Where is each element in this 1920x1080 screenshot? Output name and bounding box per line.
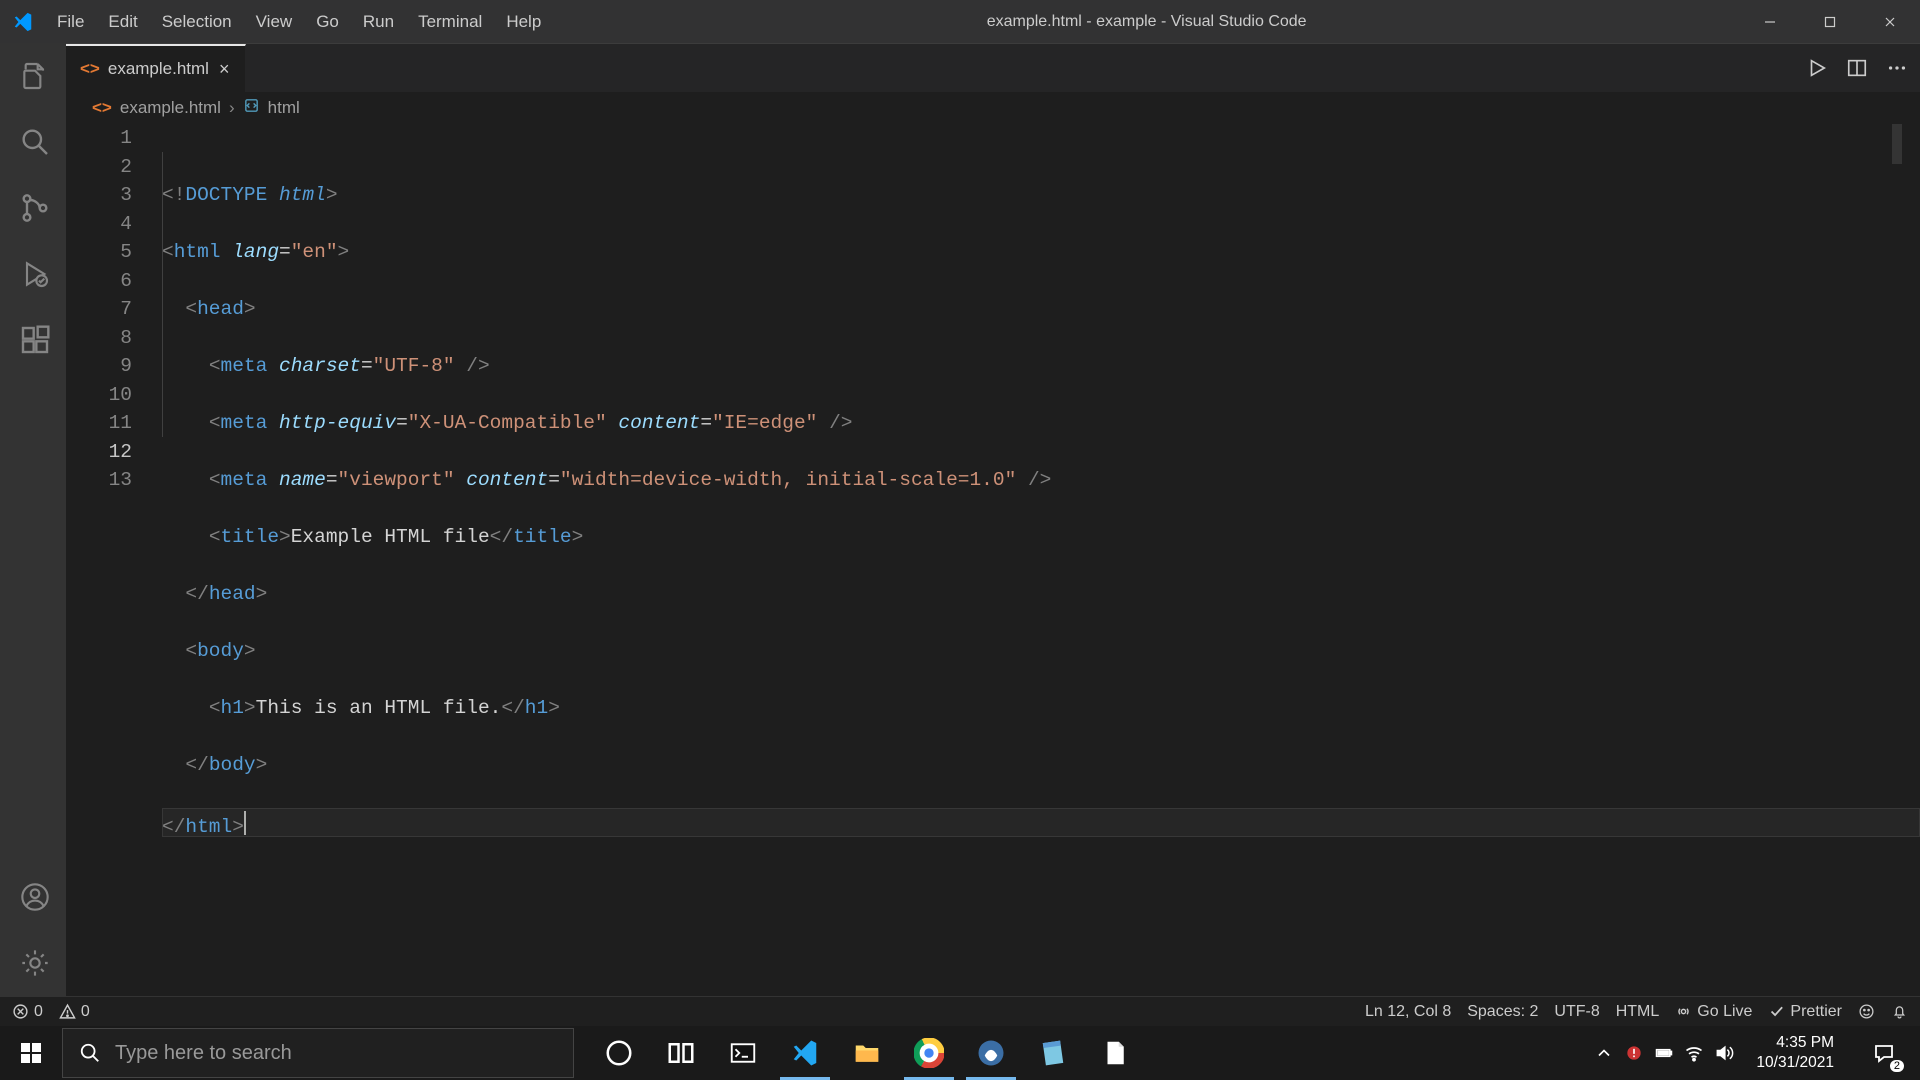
minimap[interactable] <box>1892 124 1902 164</box>
run-file-icon[interactable] <box>1806 57 1828 79</box>
activity-settings-icon[interactable] <box>0 930 66 996</box>
taskbar-terminal-icon[interactable] <box>712 1026 774 1080</box>
start-button[interactable] <box>0 1026 62 1080</box>
breadcrumb-file: example.html <box>120 98 221 118</box>
search-placeholder: Type here to search <box>115 1042 292 1065</box>
taskbar-document-icon[interactable] <box>1084 1026 1146 1080</box>
taskbar-cortana-icon[interactable] <box>588 1026 650 1080</box>
action-center-icon[interactable]: 2 <box>1856 1026 1912 1080</box>
activity-extensions-icon[interactable] <box>0 307 66 373</box>
tray-volume-icon[interactable] <box>1714 1043 1734 1063</box>
tab-example-html[interactable]: <> example.html × <box>66 44 246 92</box>
status-prettier[interactable]: Prettier <box>1768 1003 1842 1021</box>
vscode-logo-icon <box>0 11 45 33</box>
line-number-gutter: 1 2 3 4 5 6 7 8 9 10 11 12 13 <box>66 124 162 996</box>
taskbar-search[interactable]: Type here to search <box>62 1028 574 1078</box>
menu-file[interactable]: File <box>45 0 96 43</box>
status-errors[interactable]: 0 <box>12 1003 43 1021</box>
menu-view[interactable]: View <box>244 0 305 43</box>
taskbar-clock[interactable]: 4:35 PM 10/31/2021 <box>1746 1033 1844 1073</box>
editor-actions <box>1806 44 1920 92</box>
editor-area: <> example.html × <> example.html › html… <box>66 43 1920 996</box>
window-title: example.html - example - Visual Studio C… <box>553 13 1740 31</box>
status-bell-icon[interactable] <box>1891 1003 1908 1020</box>
activity-bar <box>0 43 66 996</box>
activity-run-debug-icon[interactable] <box>0 241 66 307</box>
minimize-button[interactable] <box>1740 0 1800 43</box>
breadcrumb[interactable]: <> example.html › html <box>66 92 1920 124</box>
tray-wifi-icon[interactable] <box>1684 1043 1704 1063</box>
breadcrumb-symbol: html <box>268 98 300 118</box>
breadcrumb-file-icon: <> <box>92 98 112 118</box>
menu-selection[interactable]: Selection <box>150 0 244 43</box>
menu-run[interactable]: Run <box>351 0 406 43</box>
more-actions-icon[interactable] <box>1886 57 1908 79</box>
menu-bar: File Edit Selection View Go Run Terminal… <box>45 0 553 43</box>
breadcrumb-symbol-icon <box>243 97 260 119</box>
taskbar-vscode-icon[interactable] <box>774 1026 836 1080</box>
tray-battery-icon[interactable] <box>1654 1043 1674 1063</box>
taskbar-task-view-icon[interactable] <box>650 1026 712 1080</box>
activity-accounts-icon[interactable] <box>0 864 66 930</box>
status-warnings[interactable]: 0 <box>59 1003 90 1021</box>
code-editor[interactable]: 1 2 3 4 5 6 7 8 9 10 11 12 13 <!DOCTYPE … <box>66 124 1920 996</box>
menu-edit[interactable]: Edit <box>96 0 149 43</box>
status-spaces[interactable]: Spaces: 2 <box>1467 1003 1538 1021</box>
status-encoding[interactable]: UTF-8 <box>1554 1003 1599 1021</box>
code-content[interactable]: <!DOCTYPE html> <html lang="en"> <head> … <box>162 124 1920 996</box>
close-button[interactable] <box>1860 0 1920 43</box>
status-feedback-icon[interactable] <box>1858 1003 1875 1020</box>
status-language[interactable]: HTML <box>1616 1003 1660 1021</box>
taskbar-chrome-icon[interactable] <box>898 1026 960 1080</box>
activity-explorer-icon[interactable] <box>0 43 66 109</box>
chevron-right-icon: › <box>229 98 235 118</box>
menu-terminal[interactable]: Terminal <box>406 0 494 43</box>
tab-close-icon[interactable]: × <box>217 58 232 80</box>
activity-search-icon[interactable] <box>0 109 66 175</box>
maximize-button[interactable] <box>1800 0 1860 43</box>
status-go-live[interactable]: Go Live <box>1675 1003 1752 1021</box>
system-tray: 4:35 PM 10/31/2021 2 <box>1594 1026 1920 1080</box>
status-bar: 0 0 Ln 12, Col 8 Spaces: 2 UTF-8 HTML Go… <box>0 996 1920 1026</box>
tab-filename: example.html <box>108 59 209 79</box>
taskbar-file-explorer-icon[interactable] <box>836 1026 898 1080</box>
status-cursor-position[interactable]: Ln 12, Col 8 <box>1365 1003 1451 1021</box>
window-controls <box>1740 0 1920 43</box>
text-cursor <box>244 811 246 835</box>
taskbar-notepad-icon[interactable] <box>1022 1026 1084 1080</box>
tray-security-icon[interactable] <box>1624 1043 1644 1063</box>
html-file-icon: <> <box>80 59 100 79</box>
tab-bar: <> example.html × <box>66 43 1920 92</box>
taskbar-app-icon[interactable] <box>960 1026 1022 1080</box>
menu-go[interactable]: Go <box>304 0 351 43</box>
split-editor-icon[interactable] <box>1846 57 1868 79</box>
title-bar: File Edit Selection View Go Run Terminal… <box>0 0 1920 43</box>
windows-taskbar: Type here to search 4:35 PM 10/31/2021 2 <box>0 1026 1920 1080</box>
tray-chevron-up-icon[interactable] <box>1594 1043 1614 1063</box>
activity-source-control-icon[interactable] <box>0 175 66 241</box>
menu-help[interactable]: Help <box>494 0 553 43</box>
